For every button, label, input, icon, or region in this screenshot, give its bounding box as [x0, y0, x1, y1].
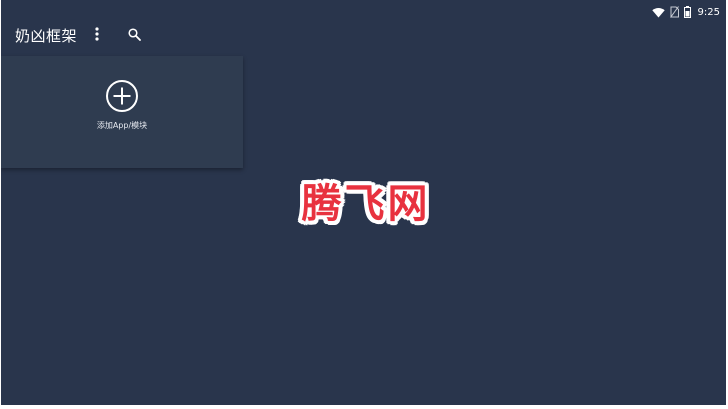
app-screen: 9:25 奶凶框架 添加App/模块 腾飞网	[1, 0, 726, 405]
add-app-module-label: 添加App/模块	[96, 121, 148, 130]
status-bar: 9:25	[651, 3, 720, 22]
watermark-text: 腾飞网	[301, 180, 431, 227]
app-title: 奶凶框架	[15, 27, 78, 45]
app-bar: 奶凶框架	[1, 20, 261, 50]
add-circle-icon	[105, 79, 139, 113]
no-sim-icon	[669, 3, 679, 22]
more-options-button[interactable]	[87, 24, 107, 46]
status-time: 9:25	[697, 6, 720, 18]
add-app-module-card[interactable]: 添加App/模块	[1, 56, 243, 168]
search-button[interactable]	[123, 24, 145, 46]
search-icon	[127, 26, 141, 45]
more-vert-icon	[95, 26, 99, 45]
watermark: 腾飞网	[291, 170, 441, 230]
battery-icon	[683, 3, 691, 22]
wifi-icon	[651, 3, 665, 22]
